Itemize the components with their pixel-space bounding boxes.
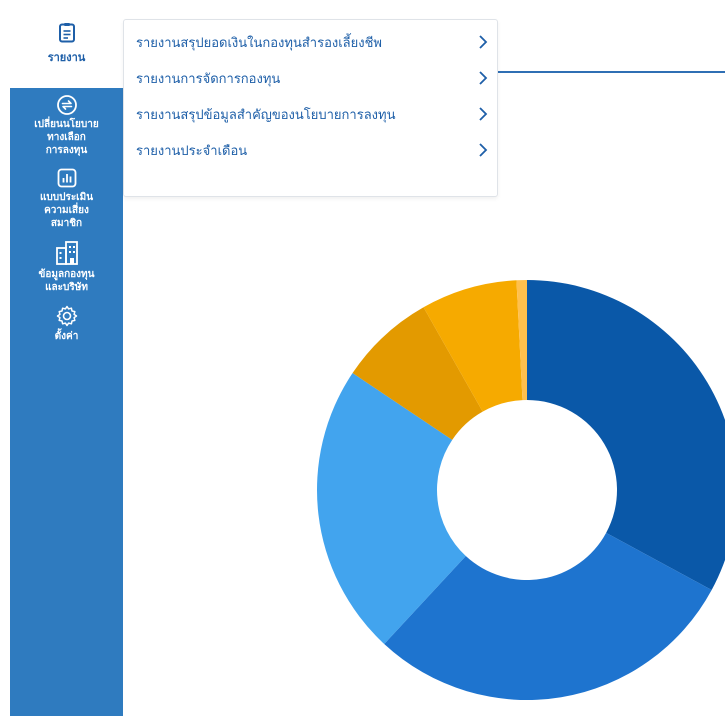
donut-slice-2 bbox=[384, 532, 712, 700]
menu-item-fund-management-report[interactable]: รายงานการจัดการกองทุน bbox=[124, 60, 497, 96]
sidebar-item-change-investment-policy[interactable]: เปลี่ยนนโยบาย ทางเลือก การลงทุน bbox=[10, 88, 123, 161]
bar-chart-icon bbox=[57, 168, 76, 188]
menu-item-pvd-balance-summary[interactable]: รายงานสรุปยอดเงินในกองทุนสำรองเลี้ยงชีพ bbox=[124, 24, 497, 60]
sidebar-item-risk-assessment[interactable]: แบบประเมิน ความเสี่ยง สมาชิก bbox=[10, 161, 123, 234]
menu-item-label: รายงานสรุปยอดเงินในกองทุนสำรองเลี้ยงชีพ bbox=[136, 35, 383, 51]
donut-slice-3 bbox=[317, 373, 466, 644]
menu-item-label: รายงานสรุปข้อมูลสำคัญของนโยบายการลงทุน bbox=[136, 107, 396, 123]
menu-item-monthly-report[interactable]: รายงานประจำเดือน bbox=[124, 132, 497, 168]
chevron-right-icon bbox=[479, 71, 488, 85]
menu-item-label: รายงานประจำเดือน bbox=[136, 143, 248, 159]
menu-item-policy-key-info-summary[interactable]: รายงานสรุปข้อมูลสำคัญของนโยบายการลงทุน bbox=[124, 96, 497, 132]
chevron-right-icon bbox=[479, 35, 488, 49]
gear-icon bbox=[56, 305, 77, 327]
sidebar-item-label: ตั้งค่า bbox=[54, 331, 79, 342]
donut-slice-4 bbox=[352, 307, 483, 440]
sidebar-item-report[interactable]: รายงาน bbox=[10, 0, 123, 88]
menu-item-label: รายงานการจัดการกองทุน bbox=[136, 71, 281, 87]
donut-slice-1 bbox=[527, 280, 725, 591]
report-document-icon bbox=[58, 23, 75, 43]
building-icon bbox=[55, 241, 78, 265]
switch-arrows-icon bbox=[56, 95, 77, 115]
donut-slice-5 bbox=[423, 280, 523, 412]
chevron-right-icon bbox=[479, 143, 488, 157]
report-dropdown-menu: รายงานสรุปยอดเงินในกองทุนสำรองเลี้ยงชีพ … bbox=[123, 19, 498, 197]
sidebar-item-fund-company-info[interactable]: ข้อมูลกองทุน และบริษัท bbox=[10, 234, 123, 298]
sidebar: เปลี่ยนนโยบาย ทางเลือก การลงทุน แบบประเม… bbox=[10, 88, 123, 716]
sidebar-item-label: เปลี่ยนนโยบาย ทางเลือก การลงทุน bbox=[34, 119, 99, 156]
sidebar-item-label: รายงาน bbox=[47, 51, 86, 64]
header-underline bbox=[498, 71, 725, 73]
sidebar-item-label: แบบประเมิน ความเสี่ยง สมาชิก bbox=[39, 192, 94, 229]
chevron-right-icon bbox=[479, 107, 488, 121]
donut-slice-6 bbox=[516, 280, 527, 401]
sidebar-item-settings[interactable]: ตั้งค่า bbox=[10, 298, 123, 347]
sidebar-item-label: ข้อมูลกองทุน และบริษัท bbox=[38, 269, 95, 293]
